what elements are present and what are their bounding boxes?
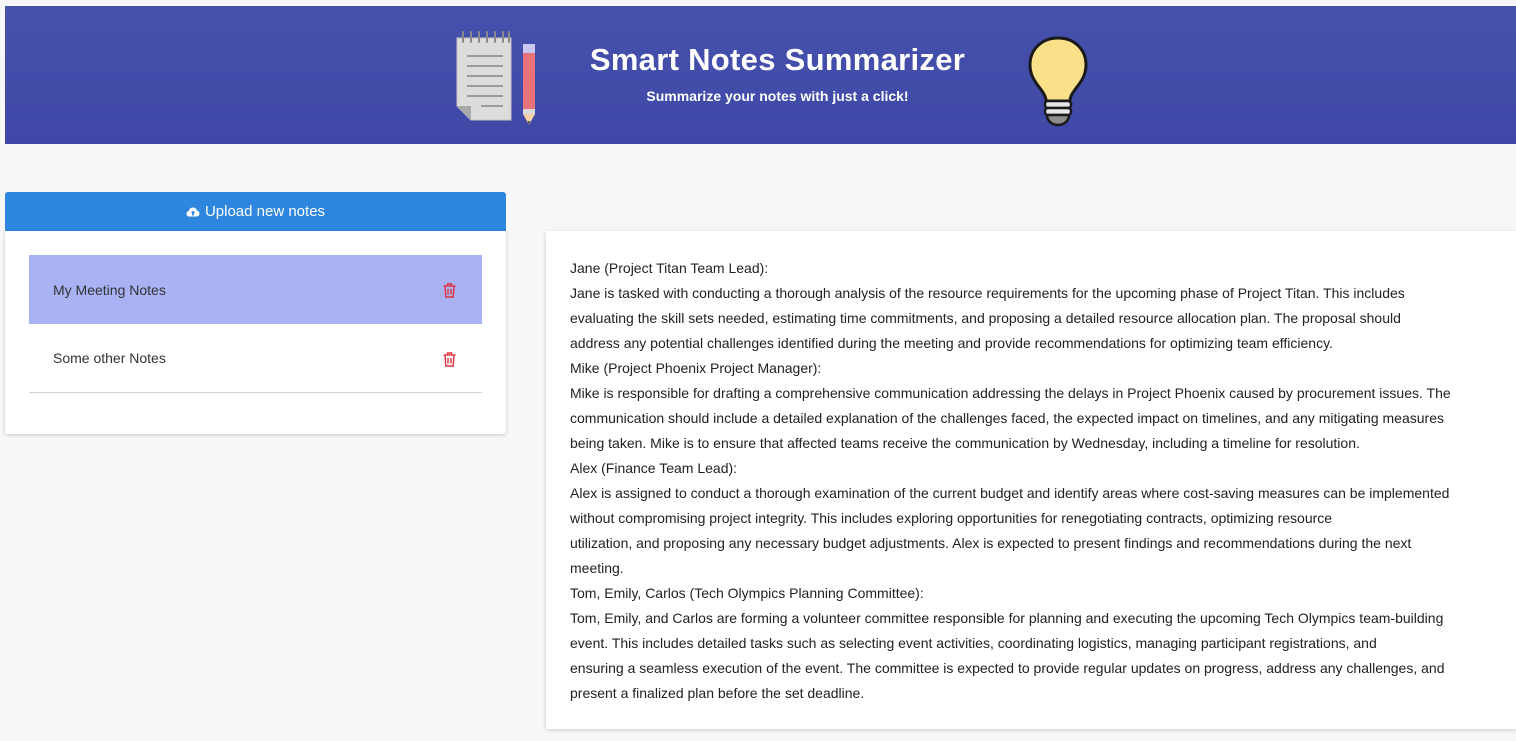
summary-line: utilization, and proposing any necessary… [570,535,1412,551]
cloud-upload-icon [186,207,200,216]
header-banner: Smart Notes Summarizer Summarize your no… [5,6,1516,144]
summary-line: Alex is assigned to conduct a thorough e… [570,485,1450,501]
summary-line: present a finalized plan before the set … [570,685,865,701]
summary-panel: Jane (Project Titan Team Lead): Jane is … [546,231,1516,729]
upload-notes-label: Upload new notes [204,203,326,220]
summary-line: without compromising project integrity. … [570,510,1333,526]
upload-notes-button[interactable]: Upload new notes [5,192,506,231]
note-item-some-other-notes[interactable]: Some other Notes [29,324,482,393]
note-item-label: My Meeting Notes [53,281,166,298]
app-subtitle: Summarize your notes with just a click! [646,88,909,104]
summary-line: being taken. Mike is to ensure that affe… [570,435,1360,451]
lightbulb-icon [1028,36,1088,127]
app-title: Smart Notes Summarizer [589,42,966,77]
summary-line: Tom, Emily, and Carlos are forming a vol… [570,610,1444,626]
summary-line: Tom, Emily, Carlos (Tech Olympics Planni… [570,585,924,601]
summary-line: Jane is tasked with conducting a thoroug… [570,285,1405,301]
summary-line: Mike is responsible for drafting a compr… [570,385,1451,401]
trash-icon[interactable] [443,352,456,367]
notepad-pencil-icon [456,31,535,125]
summary-line: meeting. [570,560,624,576]
summary-line: Mike (Project Phoenix Project Manager): [570,360,822,376]
summary-line: evaluating the skill sets needed, estima… [570,310,1401,326]
summary-line: Alex (Finance Team Lead): [570,460,738,476]
summary-line: communication should include a detailed … [570,410,1444,426]
summary-line: address any potential challenges identif… [570,335,1333,351]
summary-line: Jane (Project Titan Team Lead): [570,260,769,276]
notes-list-panel: My Meeting Notes Some other Notes [5,231,506,434]
note-item-my-meeting-notes[interactable]: My Meeting Notes [29,255,482,324]
summary-line: event. This includes detailed tasks such… [570,635,1377,651]
note-item-label: Some other Notes [53,350,166,366]
summary-line: ensuring a seamless execution of the eve… [570,660,1445,676]
trash-icon[interactable] [443,283,456,298]
